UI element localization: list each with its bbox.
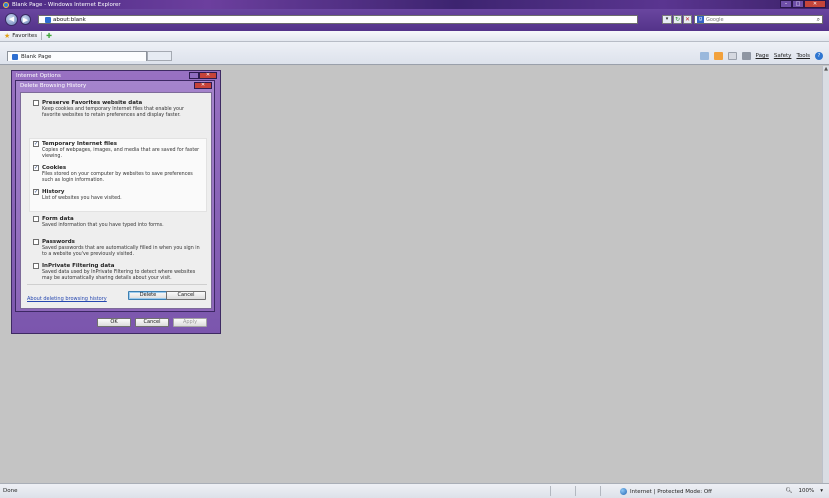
- divider: [550, 486, 551, 496]
- option-label: InPrivate Filtering data: [42, 263, 115, 269]
- forward-button[interactable]: ▶: [20, 14, 31, 25]
- page-icon: [45, 16, 51, 23]
- zone-label: Internet | Protected Mode: Off: [630, 488, 712, 495]
- zoom-level: 100%: [798, 488, 815, 494]
- mail-icon[interactable]: [727, 52, 737, 60]
- ok-button[interactable]: OK: [97, 318, 131, 327]
- option-label: Temporary Internet files: [42, 141, 118, 147]
- checkbox[interactable]: ✓: [33, 141, 39, 147]
- security-zone[interactable]: Internet | Protected Mode: Off: [620, 488, 712, 495]
- checkbox[interactable]: [33, 216, 39, 222]
- dialog-title: Delete Browsing History: [20, 83, 87, 89]
- maximize-button[interactable]: □: [792, 0, 804, 8]
- stop-button[interactable]: ✕: [683, 15, 692, 24]
- tab-blank-page[interactable]: Blank Page: [7, 51, 147, 61]
- window-controls: – □ ✕: [780, 0, 826, 8]
- favorites-bar: ★ Favorites ✚: [0, 31, 829, 42]
- option-label: History: [42, 189, 65, 195]
- help-icon[interactable]: ?: [815, 52, 823, 60]
- status-text: Done: [3, 488, 18, 494]
- option-description: Saved information that you have typed in…: [42, 223, 164, 228]
- option-description: List of websites you have visited.: [42, 196, 122, 201]
- tab-row: Blank Page Page Safety Tools ?: [0, 42, 829, 65]
- chevron-down-icon: ▾: [820, 488, 823, 494]
- search-placeholder: Google: [706, 16, 724, 23]
- close-window-button[interactable]: ✕: [804, 0, 826, 8]
- search-icon[interactable]: ⌕: [817, 16, 820, 24]
- back-button[interactable]: ◀: [5, 13, 18, 26]
- page-zoom-icon: 🔍︎: [785, 488, 793, 494]
- cancel-button[interactable]: Cancel: [135, 318, 169, 327]
- home-icon[interactable]: [699, 52, 709, 60]
- option-label: Cookies: [42, 165, 67, 171]
- cancel-dialog-button[interactable]: Cancel: [166, 291, 206, 300]
- address-dropdown-button[interactable]: ▾: [662, 15, 672, 24]
- divider: [600, 486, 601, 496]
- ie-logo-icon: [3, 1, 9, 8]
- help-button[interactable]: [189, 72, 199, 79]
- window-title: Blank Page - Windows Internet Explorer: [12, 1, 121, 8]
- option-label: Preserve Favorites website data: [42, 100, 143, 106]
- option-label: Form data: [42, 216, 74, 222]
- refresh-button[interactable]: ↻: [673, 15, 682, 24]
- safety-menu[interactable]: Safety: [774, 53, 792, 59]
- close-button[interactable]: ✕: [199, 72, 217, 79]
- option-description: Copies of webpages, images, and media th…: [42, 148, 200, 159]
- minimize-button[interactable]: –: [780, 0, 792, 8]
- delete-button[interactable]: Delete: [128, 291, 168, 300]
- divider: [575, 486, 576, 496]
- divider: [27, 284, 207, 285]
- internet-options-controls: ✕: [189, 72, 217, 79]
- checkbox[interactable]: ✓: [33, 189, 39, 195]
- scroll-up-icon[interactable]: ▲: [823, 66, 829, 73]
- favorites-button[interactable]: Favorites: [12, 33, 37, 39]
- dialog-close-button[interactable]: ✕: [194, 82, 212, 89]
- checkbox[interactable]: [33, 100, 39, 106]
- dialog-body: Preserve Favorites website data Keep coo…: [20, 92, 212, 309]
- print-icon[interactable]: [741, 52, 751, 60]
- checkbox[interactable]: [33, 239, 39, 245]
- globe-icon: [620, 488, 627, 495]
- google-icon: g: [697, 16, 704, 23]
- internet-options-title: Internet Options: [16, 73, 61, 79]
- option-description: Saved data used by InPrivate Filtering t…: [42, 270, 196, 281]
- vertical-scrollbar[interactable]: ▲: [822, 66, 829, 483]
- option-label: Passwords: [42, 239, 75, 245]
- zoom-control[interactable]: 🔍︎ 100% ▾: [786, 488, 823, 494]
- tab-label: Blank Page: [21, 53, 52, 60]
- apply-button[interactable]: Apply: [173, 318, 207, 327]
- checkbox[interactable]: [33, 263, 39, 269]
- new-tab-button[interactable]: [147, 51, 172, 61]
- option-description: Files stored on your computer by website…: [42, 172, 193, 183]
- page-menu[interactable]: Page: [756, 53, 769, 59]
- title-bar: Blank Page - Windows Internet Explorer –…: [0, 0, 829, 9]
- about-deleting-history-link[interactable]: About deleting browsing history: [27, 296, 107, 302]
- option-description: Keep cookies and temporary Internet file…: [42, 107, 184, 118]
- option-description: Saved passwords that are automatically f…: [42, 246, 200, 257]
- address-field[interactable]: about:blank: [38, 15, 638, 24]
- command-bar: Page Safety Tools ?: [699, 52, 823, 60]
- status-bar: Done Internet | Protected Mode: Off 🔍︎ 1…: [0, 483, 829, 498]
- internet-options-buttons: OK Cancel Apply: [97, 318, 207, 327]
- checkbox[interactable]: ✓: [33, 165, 39, 171]
- delete-browsing-history-dialog: Delete Browsing History ✕ Preserve Favor…: [15, 80, 215, 312]
- address-bar-row: ◀ ▶ about:blank ▾ ↻ ✕ g Google ⌕: [0, 9, 829, 31]
- feeds-icon[interactable]: [713, 52, 723, 60]
- page-icon: [12, 53, 18, 60]
- search-input[interactable]: g Google ⌕: [694, 15, 823, 24]
- add-to-favorites-bar-icon[interactable]: ✚: [46, 32, 52, 40]
- divider: [41, 32, 43, 40]
- tools-menu[interactable]: Tools: [796, 53, 810, 59]
- favorites-star-icon[interactable]: ★: [4, 32, 10, 40]
- address-url: about:blank: [53, 16, 86, 23]
